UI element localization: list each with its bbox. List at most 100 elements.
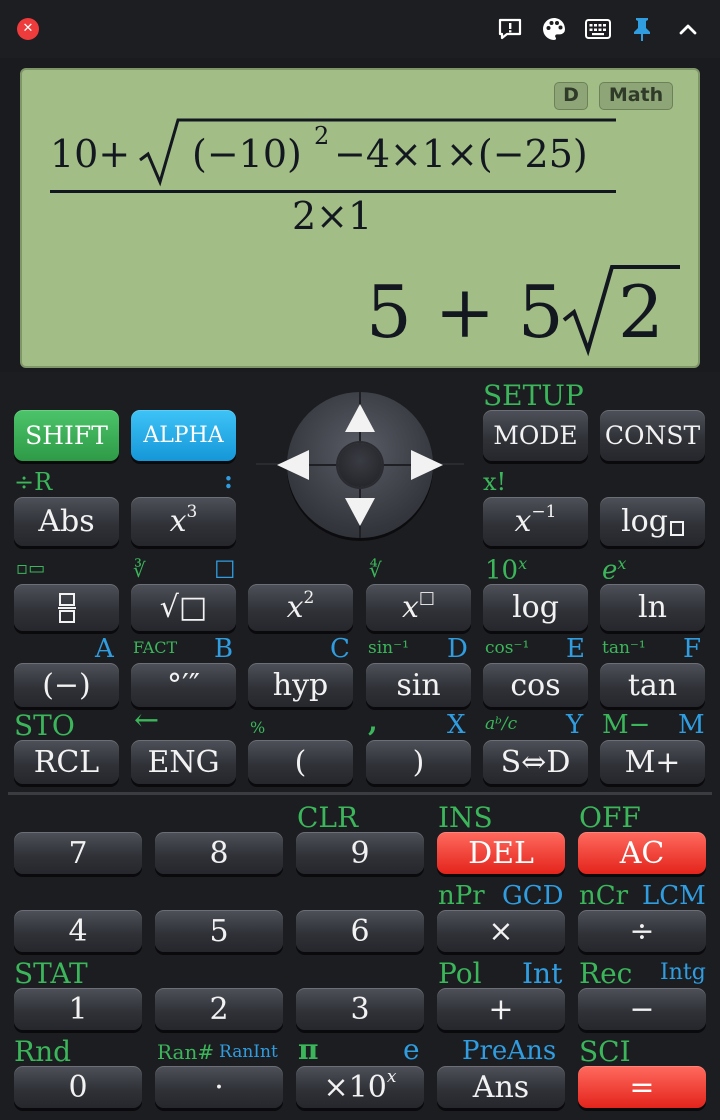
fraction-icon	[57, 592, 76, 623]
arccos-label: cos⁻¹	[485, 638, 530, 658]
square-exponent: 2	[314, 122, 330, 150]
mode-key[interactable]: MODE	[483, 410, 588, 461]
var-c-label: C	[330, 634, 350, 664]
down-arrow-icon[interactable]	[343, 496, 377, 528]
m-plus-key[interactable]: M+	[600, 740, 705, 784]
pi-label: π	[298, 1033, 319, 1066]
keyboard-icon[interactable]	[584, 16, 612, 42]
abs-key[interactable]: Abs	[14, 497, 119, 546]
setup-label: SETUP	[483, 379, 584, 412]
radicand-open: (−10)	[192, 132, 302, 176]
clr-label: CLR	[297, 801, 359, 834]
feedback-icon[interactable]	[496, 16, 524, 42]
result-integer: 5 + 5	[366, 270, 564, 354]
key-0[interactable]: 0	[14, 1066, 142, 1108]
decimal-point-key[interactable]: ·	[155, 1066, 283, 1108]
sto-label: STO	[14, 709, 75, 742]
ans-key[interactable]: Ans	[437, 1066, 565, 1108]
cube-root-label: ∛	[133, 558, 146, 582]
s-d-key[interactable]: S⇔D	[483, 740, 588, 784]
square-key[interactable]: x2	[248, 584, 353, 631]
log-base-key[interactable]: log	[600, 497, 705, 546]
plus-key[interactable]: +	[437, 988, 565, 1030]
e-power-label: ex	[602, 554, 627, 586]
right-arrow-icon[interactable]	[409, 448, 445, 482]
ranint-label: RanInt	[219, 1042, 278, 1062]
close-button[interactable]: ✕	[17, 18, 39, 40]
const-key[interactable]: CONST	[600, 410, 705, 461]
pin-icon[interactable]	[628, 16, 656, 42]
var-m-label: M	[678, 710, 705, 740]
log-key[interactable]: log	[483, 584, 588, 631]
stat-label: STAT	[14, 957, 88, 990]
off-label: OFF	[579, 801, 641, 834]
hyp-key[interactable]: hyp	[248, 663, 353, 707]
key-4[interactable]: 4	[14, 910, 142, 952]
key-5[interactable]: 5	[155, 910, 283, 952]
chevron-up-icon[interactable]	[674, 16, 702, 42]
minus-key[interactable]: −	[578, 988, 706, 1030]
up-arrow-icon[interactable]	[343, 402, 377, 434]
colon-label: :	[224, 465, 233, 494]
divide-key[interactable]: ÷	[578, 910, 706, 952]
ac-key[interactable]: AC	[578, 832, 706, 874]
rnd-label: Rnd	[14, 1035, 72, 1068]
eng-key[interactable]: ENG	[131, 740, 236, 784]
euler-label: e	[403, 1033, 420, 1066]
keypad-divider	[8, 792, 712, 795]
direction-pad[interactable]	[277, 392, 443, 538]
key-9[interactable]: 9	[296, 832, 424, 874]
negative-key[interactable]: (−)	[14, 663, 119, 707]
m-minus-label: M−	[602, 710, 651, 740]
cos-key[interactable]: cos	[483, 663, 588, 707]
reciprocal-key[interactable]: x −1	[483, 497, 588, 546]
key-3[interactable]: 3	[296, 988, 424, 1030]
var-d-label: D	[447, 634, 468, 664]
preans-label: PreAns	[462, 1036, 557, 1066]
var-b-label: B	[214, 634, 234, 664]
ncr-label: nCr	[579, 881, 629, 911]
palette-icon[interactable]	[540, 16, 568, 42]
key-7[interactable]: 7	[14, 832, 142, 874]
left-arrow-icon[interactable]	[275, 448, 311, 482]
dpad-center-button[interactable]	[338, 443, 382, 487]
cube-root-box-label: ☐	[214, 556, 236, 584]
factorial-label: x!	[483, 468, 507, 496]
ln-key[interactable]: ln	[600, 584, 705, 631]
key-6[interactable]: 6	[296, 910, 424, 952]
arcsin-label: sin⁻¹	[368, 638, 409, 658]
left-paren-key[interactable]: (	[248, 740, 353, 784]
key-8[interactable]: 8	[155, 832, 283, 874]
numerator-lead: 10+	[50, 132, 131, 176]
exp10-key[interactable]: ×10 x	[296, 1066, 424, 1108]
rcl-key[interactable]: RCL	[14, 740, 119, 784]
shift-key[interactable]: SHIFT	[14, 410, 119, 461]
equals-key[interactable]: =	[578, 1066, 706, 1108]
gcd-label: GCD	[502, 881, 564, 911]
left-arrow-label: ←	[134, 703, 160, 738]
ins-label: INS	[438, 801, 493, 834]
mixed-fraction-label: ▫▭	[16, 558, 46, 579]
var-a-label: A	[95, 634, 114, 664]
del-key[interactable]: DEL	[437, 832, 565, 874]
right-paren-key[interactable]: )	[366, 740, 471, 784]
cube-key[interactable]: x3	[131, 497, 236, 546]
sqrt-key[interactable]: √□	[131, 584, 236, 631]
input-mode-badge: Math	[599, 82, 673, 110]
key-1[interactable]: 1	[14, 988, 142, 1030]
fraction-bar	[50, 190, 616, 193]
ten-power-label: 10x	[485, 554, 528, 586]
dms-key[interactable]: °′″	[131, 663, 236, 707]
tan-key[interactable]: tan	[600, 663, 705, 707]
var-y-label: Y	[566, 710, 584, 740]
percent-label: %	[250, 718, 266, 737]
comma-label: ,	[368, 705, 378, 738]
fraction-key[interactable]	[14, 584, 119, 631]
key-2[interactable]: 2	[155, 988, 283, 1030]
multiply-key[interactable]: ×	[437, 910, 565, 952]
arctan-label: tan⁻¹	[602, 638, 646, 658]
sin-key[interactable]: sin	[366, 663, 471, 707]
alpha-key[interactable]: ALPHA	[131, 410, 236, 461]
power-key[interactable]: x □	[366, 584, 471, 631]
denominator: 2×1	[292, 194, 373, 238]
